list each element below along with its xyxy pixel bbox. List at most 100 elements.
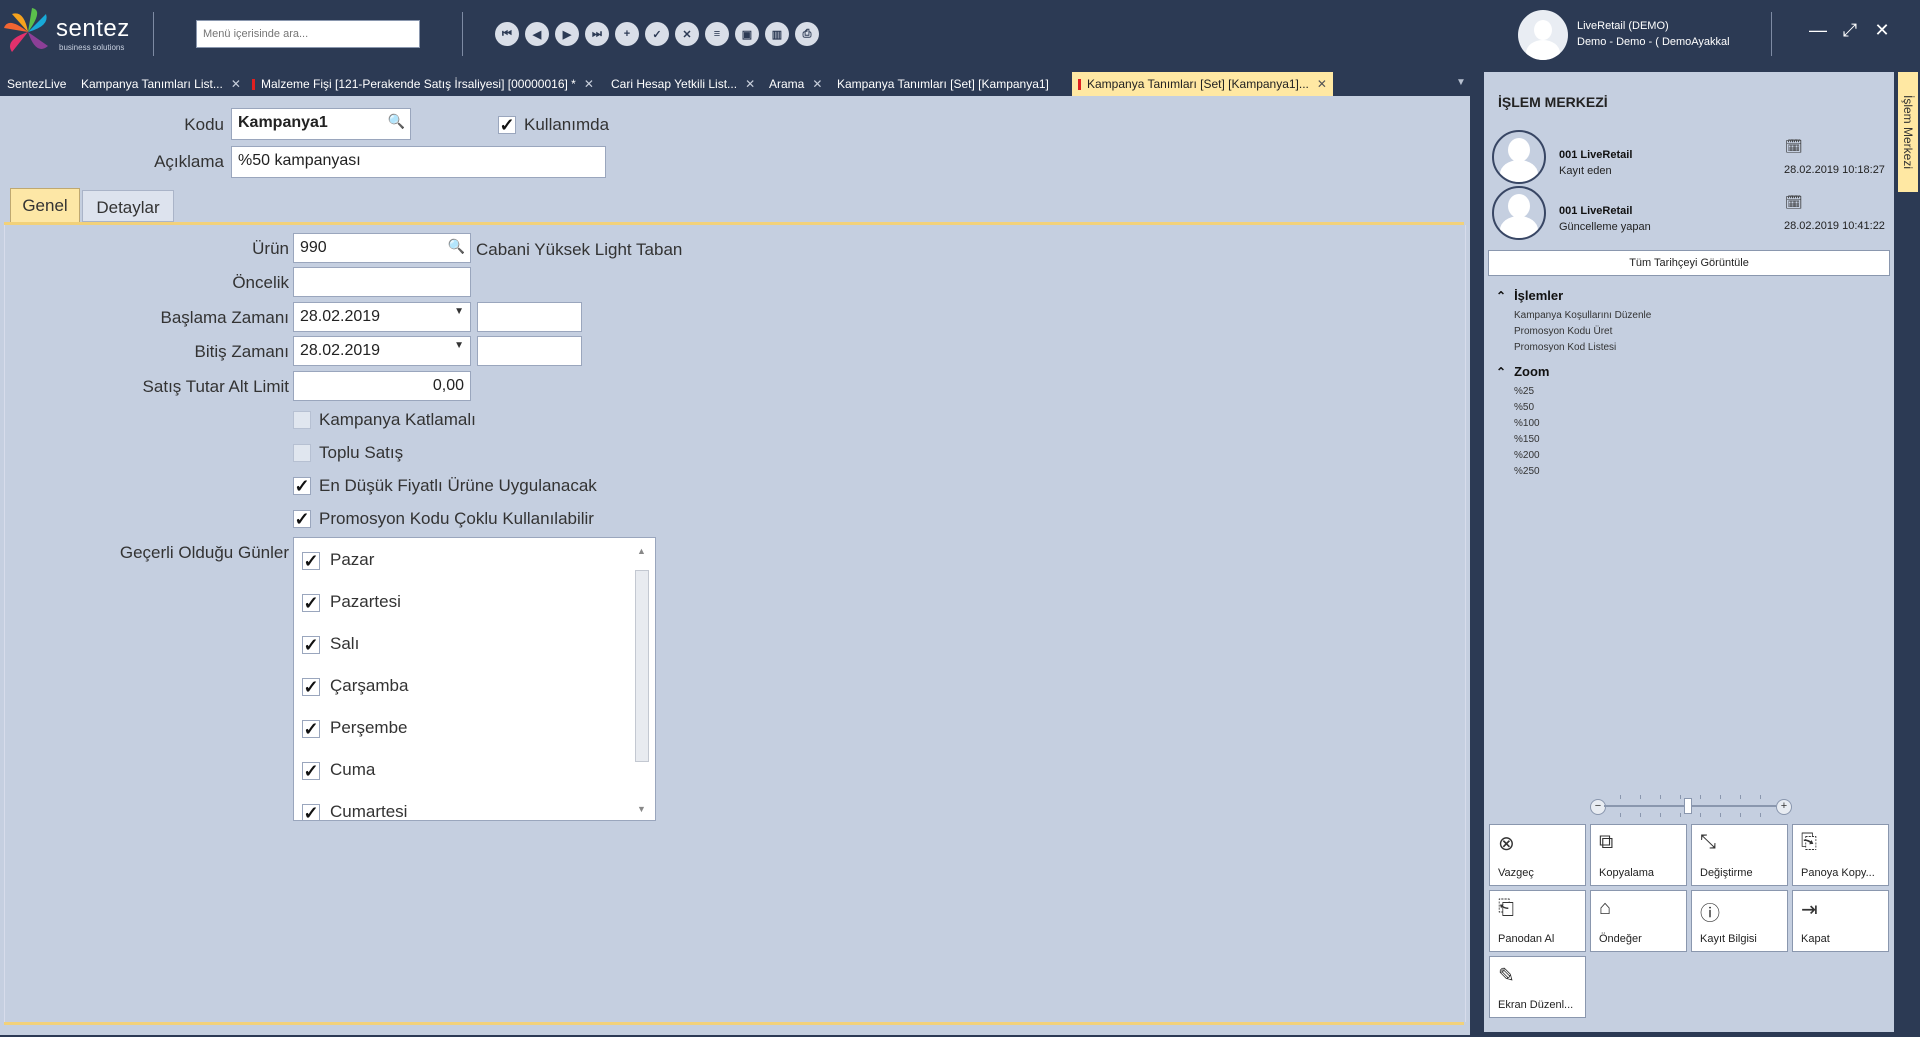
divider xyxy=(153,12,154,56)
days-list[interactable]: ✓ Pazar ✓ Pazartesi ✓ Salı ✓ Çarşamba ✓ Perşe… xyxy=(293,537,656,821)
promosyon-checkbox[interactable]: ✓ xyxy=(293,510,311,528)
day-checkbox[interactable]: ✓ xyxy=(302,719,320,738)
save-icon[interactable]: ✓ xyxy=(645,22,669,46)
oncelik-field[interactable] xyxy=(293,267,471,297)
list-item[interactable]: ✓ Pazartesi xyxy=(302,592,401,622)
record-info-button[interactable]: ⓘ Kayıt Bilgisi xyxy=(1691,890,1788,952)
zoom-25[interactable]: %25 xyxy=(1514,386,1534,397)
calendar-icon: 🗓 xyxy=(1785,194,1803,210)
day-checkbox[interactable]: ✓ xyxy=(302,761,320,780)
view-history-button[interactable]: Tüm Tarihçeyi Görüntüle xyxy=(1488,250,1890,276)
day-checkbox[interactable]: ✓ xyxy=(302,635,320,654)
zoom-50[interactable]: %50 xyxy=(1514,402,1534,413)
days-scrollbar[interactable]: ▲ ▼ xyxy=(633,540,651,818)
scroll-up-icon[interactable]: ▲ xyxy=(637,546,646,556)
close-tab-icon[interactable]: ✕ xyxy=(584,77,594,91)
baslama-time-field[interactable] xyxy=(477,302,582,332)
action-kampanya-kosullari[interactable]: Kampanya Koşullarını Düzenle xyxy=(1514,310,1651,321)
collapse-icon[interactable]: ⌃ xyxy=(1496,365,1506,379)
trash-icon[interactable]: ▥ xyxy=(765,22,789,46)
zoom-header[interactable]: ⌃ Zoom xyxy=(1496,364,1549,379)
prev-record-icon[interactable]: ◀ xyxy=(525,22,549,46)
bitis-time-field[interactable] xyxy=(477,336,582,366)
bitis-date-field[interactable]: 28.02.2019 ▼ xyxy=(293,336,471,366)
close-tab-icon[interactable]: ✕ xyxy=(812,77,822,91)
islem-merkezi-side-tab[interactable]: İşlem Merkezi xyxy=(1898,72,1918,192)
tab-cari-hesap[interactable]: Cari Hesap Yetkili List... ✕ xyxy=(611,72,755,96)
cancel-button[interactable]: ⊗ Vazgeç xyxy=(1489,824,1586,886)
toplu-satis-checkbox[interactable] xyxy=(293,444,311,462)
aciklama-label: Açıklama xyxy=(154,152,224,171)
zoom-200[interactable]: %200 xyxy=(1514,450,1540,461)
list-icon[interactable]: ≡ xyxy=(705,22,729,46)
en-dusuk-checkbox[interactable]: ✓ xyxy=(293,477,311,495)
list-item[interactable]: ✓ Perşembe xyxy=(302,718,407,748)
preview-icon[interactable]: ▣ xyxy=(735,22,759,46)
kampanya-katlamali-checkbox[interactable] xyxy=(293,411,311,429)
list-item[interactable]: ✓ Çarşamba xyxy=(302,676,408,706)
action-promosyon-kod-listesi[interactable]: Promosyon Kod Listesi xyxy=(1514,342,1616,353)
islemler-header[interactable]: ⌃ İşlemler xyxy=(1496,288,1563,303)
tab-kampanya-set-active[interactable]: Kampanya Tanımları [Set] [Kampanya1]... ✕ xyxy=(1072,72,1333,96)
tab-kampanya-list[interactable]: Kampanya Tanımları List... ✕ xyxy=(81,72,241,96)
minimize-icon[interactable]: — xyxy=(1806,20,1830,41)
close-tab-icon[interactable]: ✕ xyxy=(1317,77,1327,91)
kullanimda-checkbox[interactable]: ✓ xyxy=(498,116,516,134)
next-record-icon[interactable]: ▶ xyxy=(555,22,579,46)
list-item[interactable]: ✓ Cumartesi xyxy=(302,802,407,820)
close-tab-icon[interactable]: ✕ xyxy=(231,77,241,91)
action-promosyon-kodu-uret[interactable]: Promosyon Kodu Üret xyxy=(1514,326,1612,337)
day-checkbox[interactable]: ✓ xyxy=(302,803,320,820)
day-checkbox[interactable]: ✓ xyxy=(302,551,320,570)
zoom-150[interactable]: %150 xyxy=(1514,434,1540,445)
kodu-field[interactable]: Kampanya1 🔍 xyxy=(231,108,411,140)
screen-edit-button[interactable]: ✎ Ekran Düzenl... xyxy=(1489,956,1586,1018)
search-icon[interactable]: 🔍 xyxy=(448,238,465,255)
day-checkbox[interactable]: ✓ xyxy=(302,593,320,612)
defaults-button[interactable]: ⌂ Öndeğer xyxy=(1590,890,1687,952)
maximize-icon[interactable]: ⤢ xyxy=(1838,20,1862,41)
tab-kampanya-set[interactable]: Kampanya Tanımları [Set] [Kampanya1] xyxy=(837,72,1049,96)
urun-field[interactable]: 990 🔍 xyxy=(293,233,471,263)
zoom-in-icon[interactable]: + xyxy=(1776,799,1792,815)
copy-to-clipboard-button[interactable]: ⎘ Panoya Kopy... xyxy=(1792,824,1889,886)
aciklama-field[interactable]: %50 kampanyası xyxy=(231,146,606,178)
day-checkbox[interactable]: ✓ xyxy=(302,677,320,696)
tab-sentezlive[interactable]: SentezLive xyxy=(7,72,66,96)
baslama-label: Başlama Zamanı xyxy=(160,308,290,327)
delete-icon[interactable]: ✕ xyxy=(675,22,699,46)
add-icon[interactable]: + xyxy=(615,22,639,46)
copy-button[interactable]: ⧉ Kopyalama xyxy=(1590,824,1687,886)
zoom-out-icon[interactable]: − xyxy=(1590,799,1606,815)
last-record-icon[interactable]: ⏭ xyxy=(585,22,609,46)
user-avatar[interactable] xyxy=(1518,10,1568,60)
menu-search-input[interactable] xyxy=(196,20,420,48)
list-item[interactable]: ✓ Cuma xyxy=(302,760,375,790)
close-button[interactable]: ⇥ Kapat xyxy=(1792,890,1889,952)
slider-knob[interactable] xyxy=(1684,798,1692,814)
dropdown-arrow-icon[interactable]: ▼ xyxy=(454,340,464,351)
tab-arama[interactable]: Arama ✕ xyxy=(769,72,822,96)
tab-detaylar[interactable]: Detaylar xyxy=(82,190,174,222)
scroll-down-icon[interactable]: ▼ xyxy=(637,804,646,814)
zoom-100[interactable]: %100 xyxy=(1514,418,1540,429)
search-icon[interactable]: 🔍 xyxy=(388,113,405,130)
satis-tutar-field[interactable]: 0,00 xyxy=(293,371,471,401)
baslama-date-field[interactable]: 28.02.2019 ▼ xyxy=(293,302,471,332)
zoom-250[interactable]: %250 xyxy=(1514,466,1540,477)
list-item[interactable]: ✓ Pazar xyxy=(302,550,374,580)
dropdown-arrow-icon[interactable]: ▼ xyxy=(454,306,464,317)
first-record-icon[interactable]: ⏮ xyxy=(495,22,519,46)
collapse-icon[interactable]: ⌃ xyxy=(1496,289,1506,303)
list-item[interactable]: ✓ Salı xyxy=(302,634,359,664)
paste-button[interactable]: ⎗ Panodan Al xyxy=(1489,890,1586,952)
tab-genel[interactable]: Genel xyxy=(10,188,80,222)
edit-button[interactable]: ⤡ Değiştirme xyxy=(1691,824,1788,886)
scroll-thumb[interactable] xyxy=(635,570,649,762)
close-tab-icon[interactable]: ✕ xyxy=(745,77,755,91)
tab-list-dropdown-icon[interactable]: ▼ xyxy=(1456,77,1466,88)
close-window-icon[interactable]: ✕ xyxy=(1870,20,1894,41)
print-icon[interactable]: ⎙ xyxy=(795,22,819,46)
tab-malzeme-fisi[interactable]: Malzeme Fişi [121-Perakende Satış İrsali… xyxy=(252,72,594,96)
zoom-slider[interactable]: − + xyxy=(1590,794,1792,820)
